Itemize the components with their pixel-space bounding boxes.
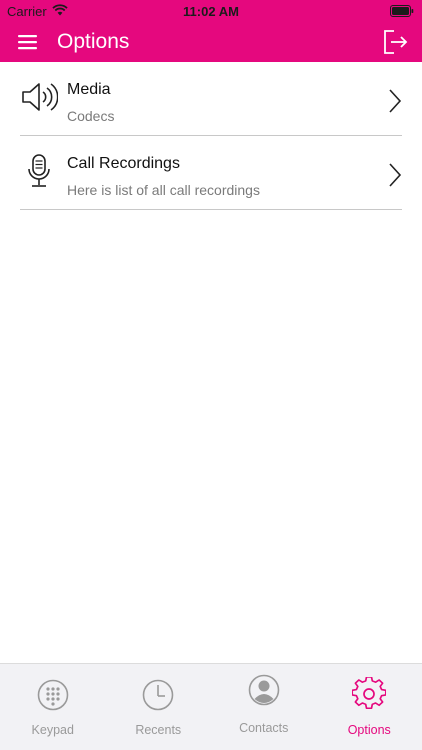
clock-icon	[142, 679, 174, 711]
menu-icon[interactable]	[14, 30, 42, 54]
contact-icon	[248, 674, 280, 706]
tab-bar: Keypad Recents Contacts Options	[0, 663, 422, 750]
list-item-title: Media	[67, 81, 111, 98]
status-time: 11:02 AM	[183, 4, 239, 19]
keypad-icon	[37, 679, 69, 711]
app-screen: Carrier 11:02 AM Options Media Codecs Ca…	[0, 0, 422, 750]
logout-icon[interactable]	[380, 27, 410, 57]
microphone-icon	[28, 154, 50, 187]
app-bar: Options	[0, 22, 422, 62]
tab-label: Keypad	[31, 723, 74, 737]
tab-recents[interactable]: Recents	[106, 664, 212, 750]
list-item-media[interactable]: Media Codecs	[20, 62, 402, 136]
gear-icon	[352, 677, 387, 710]
tab-keypad[interactable]: Keypad	[0, 664, 106, 750]
tab-label: Recents	[135, 723, 182, 737]
list-item-subtitle: Here is list of all call recordings	[67, 182, 260, 198]
chevron-right-icon	[389, 163, 402, 187]
tab-label: Contacts	[239, 721, 289, 735]
list-item-subtitle: Codecs	[67, 108, 115, 124]
tab-contacts[interactable]: Contacts	[211, 664, 317, 750]
chevron-right-icon	[389, 89, 402, 113]
page-title: Options	[57, 30, 130, 53]
list-item-title: Call Recordings	[67, 155, 180, 172]
options-list: Media Codecs Call Recordings Here is lis…	[20, 62, 402, 210]
tab-options[interactable]: Options	[317, 664, 422, 750]
status-bar: Carrier 11:02 AM	[0, 0, 422, 22]
speaker-icon	[22, 83, 58, 111]
list-item-call-recordings[interactable]: Call Recordings Here is list of all call…	[20, 136, 402, 210]
battery-icon	[390, 5, 414, 17]
tab-label: Options	[347, 723, 391, 737]
